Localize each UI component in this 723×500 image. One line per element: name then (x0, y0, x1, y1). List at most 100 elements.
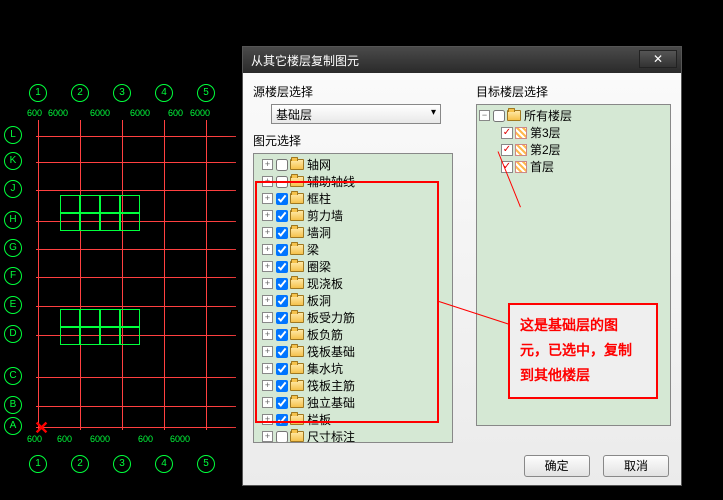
checkbox[interactable] (276, 159, 288, 171)
plus-icon[interactable]: + (262, 346, 273, 357)
elements-label: 图元选择 (253, 132, 453, 149)
element-tree[interactable]: +轴网+辅助轴线+框柱+剪力墙+墙洞+梁+圈梁+现浇板+板洞+板受力筋+板负筋+… (253, 153, 453, 443)
plus-icon[interactable]: + (262, 244, 273, 255)
row-bubble: L (4, 126, 22, 144)
plus-icon[interactable]: + (262, 278, 273, 289)
plus-icon[interactable]: + (262, 159, 273, 170)
tree-label: 栏板 (307, 411, 331, 428)
plus-icon[interactable]: + (262, 312, 273, 323)
tree-label: 筏板基础 (307, 343, 355, 360)
tree-label: 辅助轴线 (307, 173, 355, 190)
dim: 600 (27, 108, 42, 118)
tree-row[interactable]: +梁 (256, 241, 450, 258)
annotation-text: 这是基础层的图 (520, 313, 646, 338)
checkbox[interactable] (276, 261, 288, 273)
tree-row[interactable]: ✓ 第3层 (479, 124, 668, 141)
plus-icon[interactable]: + (262, 261, 273, 272)
tree-label: 梁 (307, 241, 319, 258)
tree-label: 现浇板 (307, 275, 343, 292)
ok-button[interactable]: 确定 (524, 455, 590, 477)
tree-row[interactable]: +轴网 (256, 156, 450, 173)
checkbox[interactable] (276, 329, 288, 341)
tree-row[interactable]: − 所有楼层 (479, 107, 668, 124)
plus-icon[interactable]: + (262, 193, 273, 204)
checkbox[interactable] (276, 363, 288, 375)
plus-icon[interactable]: + (262, 227, 273, 238)
tree-row[interactable]: +板受力筋 (256, 309, 450, 326)
checkbox[interactable] (276, 244, 288, 256)
row-bubble: G (4, 239, 22, 257)
tree-label: 所有楼层 (524, 107, 572, 124)
tree-label: 框柱 (307, 190, 331, 207)
plus-icon[interactable]: + (262, 380, 273, 391)
plus-icon[interactable]: + (262, 414, 273, 425)
plus-icon[interactable]: + (262, 363, 273, 374)
tree-row[interactable]: + 框柱 (256, 190, 450, 207)
source-floor-combo[interactable]: 基础层 (271, 104, 441, 124)
dialog-titlebar[interactable]: 从其它楼层复制图元 ✕ (243, 47, 681, 73)
tree-row[interactable]: + 现浇板 (256, 275, 450, 292)
checkbox[interactable] (276, 380, 288, 392)
dim: 6000 (48, 108, 68, 118)
tree-row[interactable]: + 圈梁 (256, 258, 450, 275)
checkbox[interactable] (276, 193, 288, 205)
tree-row[interactable]: +筏板主筋 (256, 377, 450, 394)
col-bubble: 3 (113, 455, 131, 473)
checkbox[interactable] (276, 227, 288, 239)
checkbox[interactable] (493, 110, 505, 122)
cancel-button[interactable]: 取消 (603, 455, 669, 477)
tree-row[interactable]: +尺寸标注 (256, 428, 450, 443)
plus-icon[interactable]: + (262, 329, 273, 340)
checkbox[interactable] (276, 431, 288, 443)
row-bubble: A (4, 417, 22, 435)
checkbox[interactable] (276, 346, 288, 358)
plus-icon[interactable]: + (262, 295, 273, 306)
tree-row[interactable]: + 辅助轴线 (256, 173, 450, 190)
checkbox[interactable] (276, 312, 288, 324)
checkbox[interactable] (276, 295, 288, 307)
folder-icon (290, 380, 304, 391)
checkbox[interactable] (276, 210, 288, 222)
col-bubble: 2 (71, 84, 89, 102)
minus-icon[interactable]: − (479, 110, 490, 121)
tree-row[interactable]: + 栏板 (256, 411, 450, 428)
plus-icon[interactable]: + (262, 176, 273, 187)
plus-icon[interactable]: + (262, 431, 273, 442)
checkbox[interactable] (276, 397, 288, 409)
tree-row[interactable]: +剪力墙 (256, 207, 450, 224)
checkbox[interactable] (276, 176, 288, 188)
tree-row[interactable]: + 板洞 (256, 292, 450, 309)
row-bubble: F (4, 267, 22, 285)
tree-label: 板洞 (307, 292, 331, 309)
tree-row[interactable]: +独立基础 (256, 394, 450, 411)
target-floor-label: 目标楼层选择 (476, 83, 671, 100)
floor-icon (515, 161, 527, 173)
plus-icon[interactable]: + (262, 397, 273, 408)
tree-row[interactable]: + 筏板基础 (256, 343, 450, 360)
tree-row[interactable]: +板负筋 (256, 326, 450, 343)
tree-label: 第2层 (530, 141, 561, 158)
col-bubble: 3 (113, 84, 131, 102)
close-button[interactable]: ✕ (639, 50, 677, 68)
origin-marker: ✕ (34, 418, 49, 439)
checkbox[interactable] (276, 278, 288, 290)
folder-icon (290, 244, 304, 255)
tree-row[interactable]: ✓ 第2层 (479, 141, 668, 158)
checkbox-checked[interactable]: ✓ (501, 127, 513, 139)
plus-icon[interactable]: + (262, 210, 273, 221)
tree-label: 首层 (530, 158, 554, 175)
checkbox[interactable] (276, 414, 288, 426)
tree-row[interactable]: +集水坑 (256, 360, 450, 377)
tree-label: 圈梁 (307, 258, 331, 275)
folder-icon (507, 110, 521, 121)
tree-label: 第3层 (530, 124, 561, 141)
folder-icon (290, 431, 304, 442)
tree-row[interactable]: +墙洞 (256, 224, 450, 241)
folder-icon (290, 295, 304, 306)
folder-icon (290, 210, 304, 221)
dim: 6000 (170, 434, 190, 444)
floor-icon (515, 144, 527, 156)
dim: 6000 (90, 108, 110, 118)
checkbox-checked[interactable]: ✓ (501, 144, 513, 156)
dim: 6000 (130, 108, 150, 118)
